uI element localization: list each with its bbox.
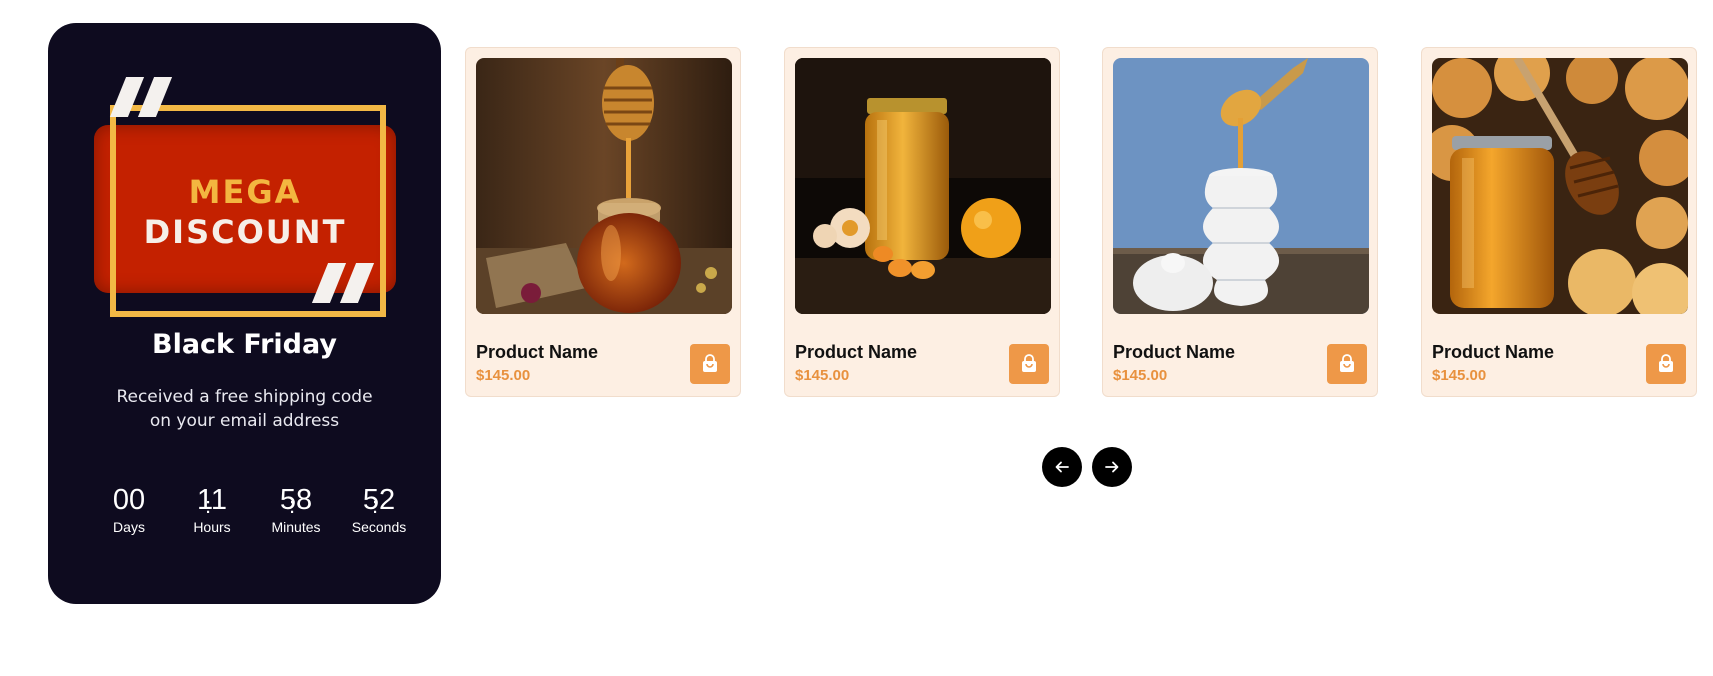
badge-line1: MEGA <box>188 173 302 211</box>
arrow-right-icon <box>1105 461 1119 473</box>
mega-discount-badge: MEGA DISCOUNT <box>94 75 399 317</box>
product-price: $145.00 <box>1113 367 1168 384</box>
product-name[interactable]: Product Name <box>1113 342 1235 363</box>
carousel-next-button[interactable] <box>1092 447 1132 487</box>
product-name[interactable]: Product Name <box>1432 342 1554 363</box>
carousel-prev-button[interactable] <box>1042 447 1082 487</box>
badge-line2: DISCOUNT <box>143 213 347 251</box>
countdown-minutes: 58 Minutes <box>261 483 331 535</box>
add-to-cart-button[interactable] <box>1646 344 1686 384</box>
countdown-value: 11 <box>196 484 228 516</box>
product-card[interactable]: Product Name $145.00 <box>1421 47 1697 397</box>
product-price: $145.00 <box>1432 367 1487 384</box>
countdown-value: 58 <box>279 484 313 516</box>
countdown-label: Minutes <box>271 519 321 535</box>
add-to-cart-button[interactable] <box>1327 344 1367 384</box>
promo-title: Black Friday <box>151 329 338 360</box>
product-card[interactable]: Product Name $145.00 <box>784 47 1060 397</box>
product-image[interactable] <box>795 58 1051 314</box>
shopping-bag-icon <box>703 354 717 372</box>
countdown-label: Seconds <box>351 519 407 535</box>
add-to-cart-button[interactable] <box>690 344 730 384</box>
countdown-label: Days <box>113 519 145 535</box>
product-name[interactable]: Product Name <box>476 342 598 363</box>
product-image[interactable] <box>1432 58 1688 314</box>
shopping-bag-icon <box>1659 354 1673 372</box>
countdown-value: 52 <box>362 484 396 516</box>
countdown-hours: 11 Hours <box>177 483 247 535</box>
product-image[interactable] <box>476 58 732 314</box>
product-price: $145.00 <box>795 367 850 384</box>
product-price: $145.00 <box>476 367 531 384</box>
countdown-timer: 00 Days : 11 Hours : 58 Minutes : 52 Sec… <box>94 483 406 553</box>
product-image[interactable] <box>1113 58 1369 314</box>
countdown-days: 00 Days <box>94 483 164 535</box>
shopping-bag-icon <box>1340 354 1354 372</box>
quote-mark-icon <box>311 261 386 307</box>
quote-mark-icon <box>109 75 184 121</box>
promo-description: Received a free shipping code on your em… <box>116 387 373 431</box>
promo-card: MEGA DISCOUNT Black Friday Received a fr… <box>48 23 441 604</box>
product-card[interactable]: Product Name $145.00 <box>1102 47 1378 397</box>
product-name[interactable]: Product Name <box>795 342 917 363</box>
arrow-left-icon <box>1055 461 1069 473</box>
shopping-bag-icon <box>1022 354 1036 372</box>
product-card[interactable]: Product Name $145.00 <box>465 47 741 397</box>
add-to-cart-button[interactable] <box>1009 344 1049 384</box>
countdown-value: 00 <box>112 484 146 516</box>
countdown-seconds: 52 Seconds <box>344 483 414 535</box>
countdown-label: Hours <box>193 519 231 535</box>
